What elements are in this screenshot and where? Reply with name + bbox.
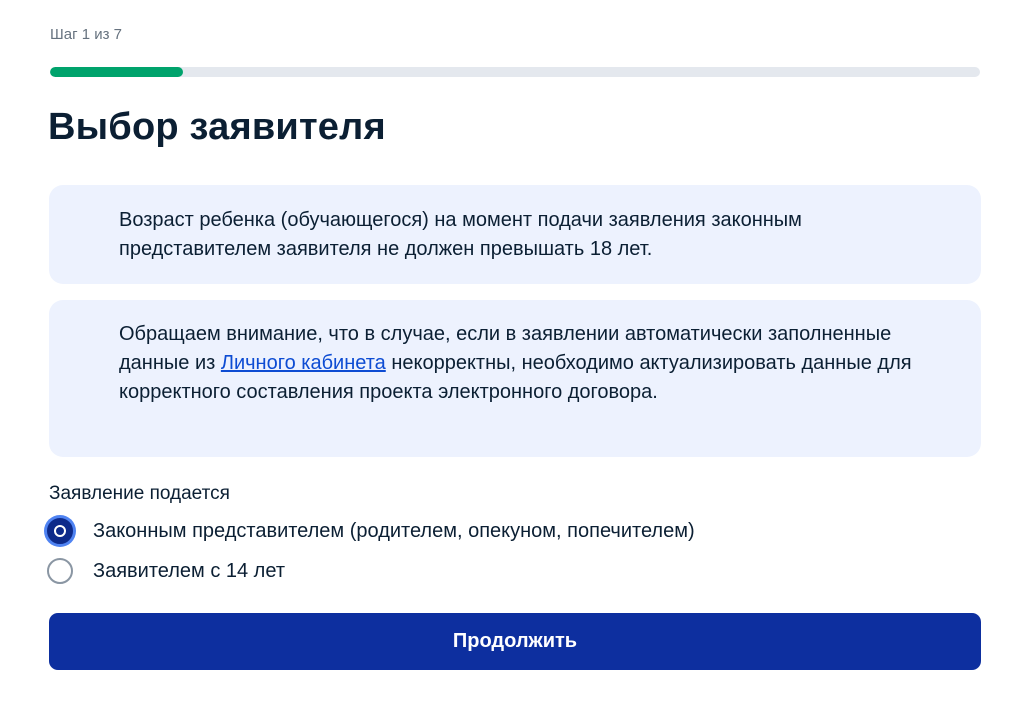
applicant-group-label: Заявление подается bbox=[49, 483, 230, 504]
data-update-notice: Обращаем внимание, что в случае, если в … bbox=[49, 300, 981, 457]
age-info-notice: Возраст ребенка (обучающегося) на момент… bbox=[49, 185, 981, 284]
step-indicator: Шаг 1 из 7 bbox=[50, 26, 123, 43]
radio-option-label: Заявителем с 14 лет bbox=[93, 559, 285, 582]
radio-option-legal-representative[interactable]: Законным представителем (родителем, опек… bbox=[47, 516, 695, 546]
radio-button-selected[interactable] bbox=[47, 518, 73, 544]
progress-bar bbox=[50, 67, 980, 77]
progress-bar-fill bbox=[50, 67, 183, 77]
personal-account-link[interactable]: Личного кабинета bbox=[221, 352, 386, 374]
page-title: Выбор заявителя bbox=[48, 106, 386, 148]
radio-option-label: Законным представителем (родителем, опек… bbox=[93, 519, 695, 542]
age-info-text: Возраст ребенка (обучающегося) на момент… bbox=[119, 209, 802, 260]
radio-button-unselected[interactable] bbox=[47, 558, 73, 584]
radio-option-applicant-14[interactable]: Заявителем с 14 лет bbox=[47, 556, 285, 586]
continue-button[interactable]: Продолжить bbox=[49, 613, 981, 670]
application-step-page: Шаг 1 из 7 Выбор заявителя Возраст ребен… bbox=[0, 0, 1024, 709]
